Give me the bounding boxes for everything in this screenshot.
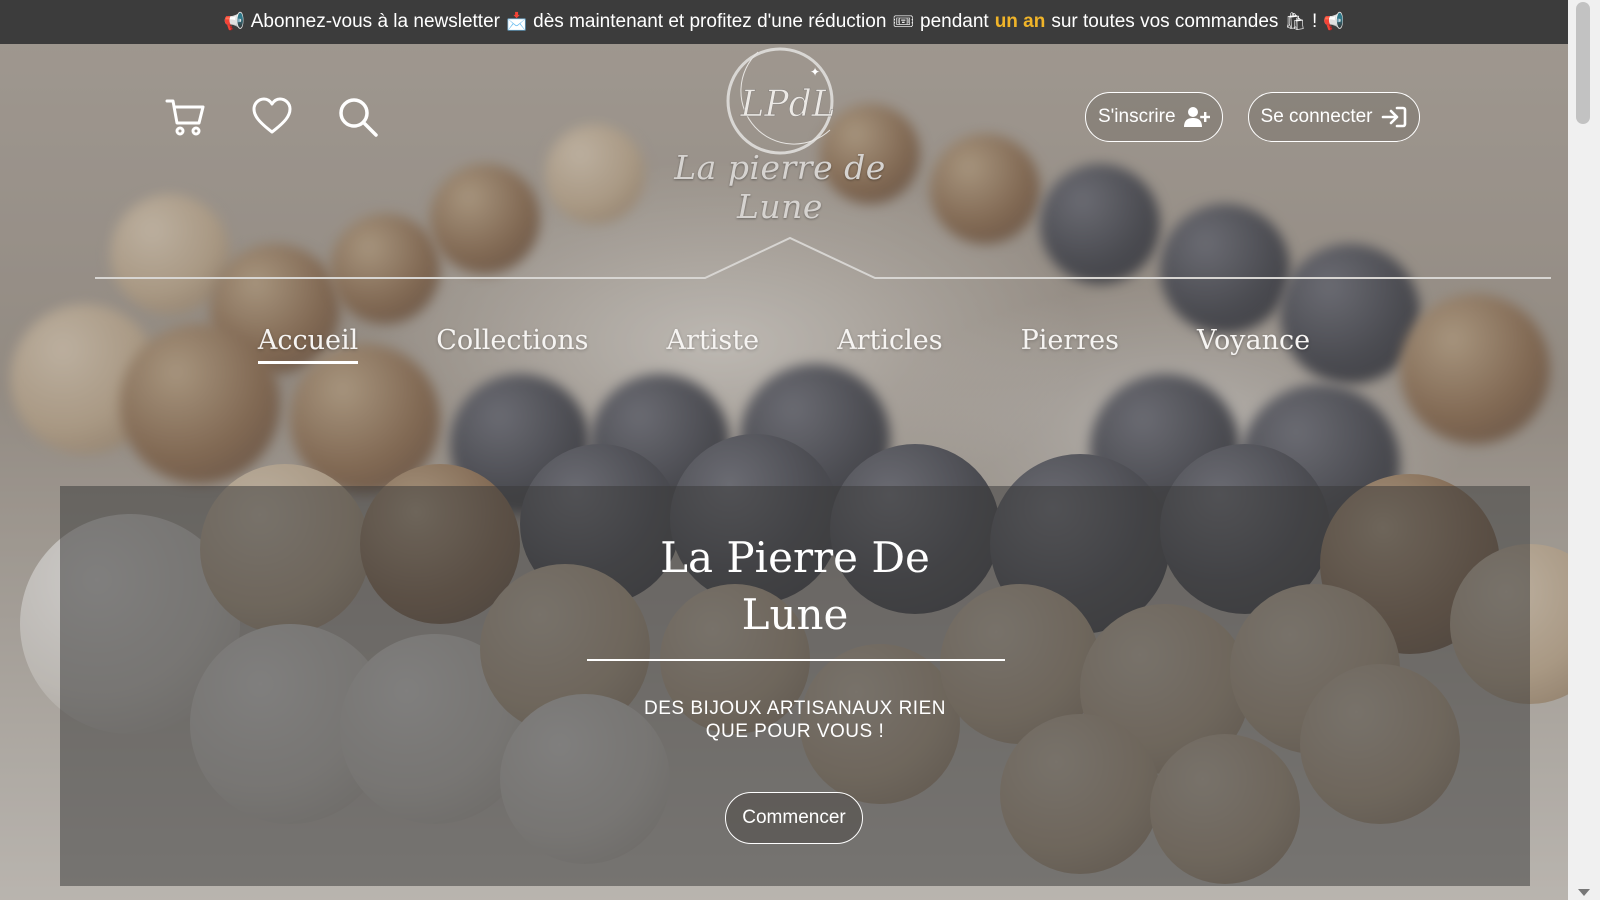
start-button[interactable]: Commencer [725, 792, 863, 844]
auth-buttons: S'inscrire Se connecter [1085, 92, 1420, 142]
logo-title: La pierre de Lune [674, 148, 886, 226]
site-logo[interactable]: LPdL ✦ La pierre de Lune [640, 46, 920, 226]
hero-title-line-2: Lune [741, 590, 849, 639]
megaphone-icon: 📢 [1323, 12, 1345, 31]
scrollbar-thumb[interactable] [1576, 2, 1590, 124]
page-scrollbar[interactable] [1568, 0, 1600, 900]
hero-title-line-1: La Pierre De [660, 533, 930, 582]
svg-text:✦: ✦ [810, 65, 820, 79]
signup-button[interactable]: S'inscrire [1085, 92, 1223, 142]
sign-in-icon [1381, 106, 1406, 128]
hero-subtitle: DES BIJOUX ARTISANAUX RIEN QUE POUR VOUS… [60, 697, 1530, 743]
user-plus-icon [1183, 107, 1210, 127]
hero-card: La Pierre De Lune DES BIJOUX ARTISANAUX … [60, 486, 1530, 886]
nav-item-accueil[interactable]: Accueil [257, 325, 359, 364]
announcement-text-3: pendant [920, 11, 989, 32]
nav-item-pierres[interactable]: Pierres [1021, 325, 1119, 362]
login-button[interactable]: Se connecter [1247, 92, 1420, 142]
megaphone-icon: 📢 [223, 12, 245, 31]
logo-monogram: LPdL [739, 84, 835, 125]
announcement-text-1: Abonnez-vous à la newsletter [250, 11, 500, 32]
nav-item-collections[interactable]: Collections [436, 325, 588, 362]
login-label: Se connecter [1260, 106, 1373, 127]
ticket-icon: 🎟 [892, 12, 914, 31]
header-divider [95, 236, 1551, 279]
hero-title-rule [587, 659, 1005, 661]
signup-label: S'inscrire [1098, 106, 1176, 127]
envelope-icon: 📩 [505, 12, 528, 31]
cart-icon[interactable] [165, 96, 207, 138]
search-icon[interactable] [337, 96, 379, 138]
nav-item-artiste[interactable]: Artiste [667, 325, 760, 362]
hero-title: La Pierre De Lune [60, 529, 1530, 643]
hero-subtitle-line-2: QUE POUR VOUS ! [705, 721, 885, 742]
heart-icon[interactable] [251, 96, 293, 138]
announcement-highlight: un an [994, 11, 1046, 32]
announcement-text-2: dès maintenant et profitez d'une réducti… [533, 11, 887, 32]
nav-item-articles[interactable]: Articles [837, 325, 942, 362]
nav-item-voyance[interactable]: Voyance [1197, 325, 1310, 362]
header-actions [165, 96, 379, 138]
hero-subtitle-line-1: DES BIJOUX ARTISANAUX RIEN [644, 698, 946, 719]
announcement-text-5: ! [1312, 11, 1318, 32]
shopping-bags-icon: 🛍 [1284, 12, 1306, 31]
newsletter-announcement-bar: 📢 Abonnez-vous à la newsletter 📩 dès mai… [0, 0, 1568, 44]
announcement-text-4: sur toutes vos commandes [1051, 11, 1279, 32]
main-navigation: Accueil Collections Artiste Articles Pie… [0, 325, 1568, 364]
scroll-down-arrow-icon[interactable] [1578, 889, 1590, 896]
moon-logo-emblem: LPdL ✦ [726, 47, 836, 155]
